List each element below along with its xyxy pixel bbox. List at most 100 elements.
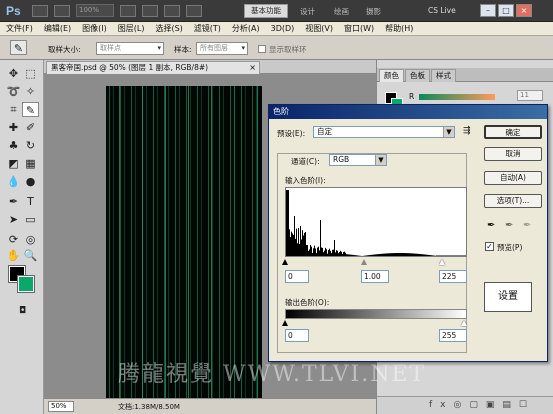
output-black-slider[interactable]: [282, 320, 288, 326]
marquee-tool-icon[interactable]: ⬚: [22, 66, 39, 81]
menu-analysis[interactable]: 分析(A): [232, 23, 260, 34]
close-button[interactable]: ×: [516, 4, 532, 17]
brush-tool-icon[interactable]: ✐: [22, 120, 39, 135]
cancel-button[interactable]: 取消: [484, 147, 542, 161]
screen-mode-icon[interactable]: [186, 4, 202, 17]
histogram-bar: [466, 256, 467, 257]
options-button[interactable]: 选项(T)...: [484, 194, 542, 208]
hand-tool-icon[interactable]: [120, 4, 136, 17]
lasso-tool-icon[interactable]: ➰: [5, 84, 22, 99]
healing-brush-icon[interactable]: ✚: [5, 120, 22, 135]
histogram-bar: [311, 246, 312, 256]
red-channel-value[interactable]: 11: [517, 90, 543, 101]
preset-options-icon[interactable]: ⇶: [463, 126, 471, 136]
ok-button[interactable]: 确定: [484, 125, 542, 139]
document-tab[interactable]: 黑客帝国.psd @ 50% (图层 1 副本, RGB/8#) ×: [46, 61, 260, 74]
crop-tool-icon[interactable]: ⌗: [5, 102, 22, 117]
menu-window[interactable]: 窗口(W): [344, 23, 374, 34]
gray-eyedropper-icon[interactable]: ✒: [505, 220, 513, 231]
blur-tool-icon[interactable]: 💧: [5, 174, 22, 189]
clone-stamp-icon[interactable]: ♣: [5, 138, 22, 153]
histogram-bar: [314, 245, 315, 256]
white-eyedropper-icon[interactable]: ✒: [523, 220, 531, 231]
menu-edit[interactable]: 编辑(E): [44, 23, 71, 34]
zoom-tool-icon[interactable]: [142, 4, 158, 17]
minimize-button[interactable]: –: [480, 4, 496, 17]
channel-dropdown[interactable]: RGB ▼: [329, 154, 387, 166]
path-select-icon[interactable]: ➤: [5, 212, 22, 227]
workspace-painting[interactable]: 绘画: [334, 6, 349, 17]
bridge-icon[interactable]: [32, 4, 48, 17]
workspace-design[interactable]: 设计: [300, 6, 315, 17]
tab-styles[interactable]: 样式: [431, 69, 456, 82]
eyedropper-preset-icon[interactable]: ✎: [10, 40, 27, 55]
histogram-bar: [455, 255, 456, 256]
matrix-image[interactable]: [106, 86, 262, 398]
output-black-field[interactable]: 0: [285, 329, 309, 342]
pen-tool-icon[interactable]: ✒: [5, 194, 22, 209]
histogram-bar: [439, 255, 440, 256]
tab-color[interactable]: 颜色: [379, 69, 404, 82]
quick-mask-icon[interactable]: ◘: [14, 304, 31, 319]
histogram-bar: [315, 248, 316, 256]
menu-filter[interactable]: 滤镜(T): [194, 23, 221, 34]
3d-rotate-icon[interactable]: ⟳: [5, 232, 22, 247]
tab-swatches[interactable]: 色板: [405, 69, 430, 82]
menu-help[interactable]: 帮助(H): [385, 23, 413, 34]
3d-orbit-icon[interactable]: ◎: [22, 232, 39, 247]
histogram-bar: [296, 228, 297, 256]
workspace-photography[interactable]: 摄影: [366, 6, 381, 17]
workspace-essentials-button[interactable]: 基本功能: [244, 4, 288, 18]
menu-image[interactable]: 图像(I): [82, 23, 107, 34]
input-black-field[interactable]: 0: [285, 270, 309, 283]
histogram-bar: [297, 243, 298, 256]
preset-dropdown[interactable]: 自定 ▼: [313, 126, 455, 138]
auto-button[interactable]: 自动(A): [484, 171, 542, 185]
black-eyedropper-icon[interactable]: ✒: [487, 220, 495, 231]
gradient-tool-icon[interactable]: ▦: [22, 156, 39, 171]
menu-view[interactable]: 视图(V): [305, 23, 333, 34]
zoom-tool-icon[interactable]: 🔍: [22, 248, 39, 263]
menu-layer[interactable]: 图层(L): [118, 23, 145, 34]
move-tool-icon[interactable]: ✥: [5, 66, 22, 81]
maximize-button[interactable]: □: [498, 4, 514, 17]
mini-bridge-icon[interactable]: [54, 4, 70, 17]
sample-dropdown[interactable]: 所有图层: [196, 42, 248, 55]
input-white-field[interactable]: 225: [439, 270, 467, 283]
input-white-slider[interactable]: [439, 259, 445, 265]
output-white-slider[interactable]: [461, 320, 467, 326]
close-document-icon[interactable]: ×: [249, 62, 256, 74]
cs-live-button[interactable]: CS Live: [428, 6, 456, 15]
menu-select[interactable]: 选择(S): [155, 23, 182, 34]
preview-checkbox[interactable]: ✓: [485, 242, 494, 251]
layer-panel-icons[interactable]: fx◎▢▣▤☐: [377, 396, 553, 414]
input-gamma-field[interactable]: 1.00: [361, 270, 389, 283]
dodge-tool-icon[interactable]: ●: [22, 174, 39, 189]
input-black-slider[interactable]: [282, 259, 288, 265]
histogram-bar: [375, 254, 376, 256]
menu-file[interactable]: 文件(F): [6, 23, 33, 34]
histogram-bar: [460, 255, 461, 256]
sample-ring-checkbox[interactable]: [258, 45, 266, 53]
histogram-bar: [372, 254, 373, 256]
red-channel-slider[interactable]: [419, 94, 495, 100]
histogram-bar: [357, 255, 358, 256]
sample-size-dropdown[interactable]: 取样点: [96, 42, 164, 55]
background-color-swatch[interactable]: [17, 275, 35, 293]
type-tool-icon[interactable]: T: [22, 194, 39, 209]
history-brush-icon[interactable]: ↻: [22, 138, 39, 153]
arrange-documents-icon[interactable]: [164, 4, 180, 17]
hand-tool-icon[interactable]: ✋: [5, 248, 22, 263]
status-zoom-field[interactable]: 50%: [48, 401, 74, 412]
histogram-bar: [379, 254, 380, 256]
zoom-level-dropdown[interactable]: 100%: [76, 4, 114, 17]
shape-tool-icon[interactable]: ▭: [22, 212, 39, 227]
eraser-tool-icon[interactable]: ◩: [5, 156, 22, 171]
histogram-bar: [346, 254, 347, 256]
histogram-bar: [443, 255, 444, 256]
quick-select-tool-icon[interactable]: ✧: [22, 84, 39, 99]
output-white-field[interactable]: 255: [439, 329, 467, 342]
input-gamma-slider[interactable]: [361, 259, 367, 265]
eyedropper-tool-icon[interactable]: ✎: [22, 102, 39, 117]
menu-3d[interactable]: 3D(D): [271, 24, 295, 33]
